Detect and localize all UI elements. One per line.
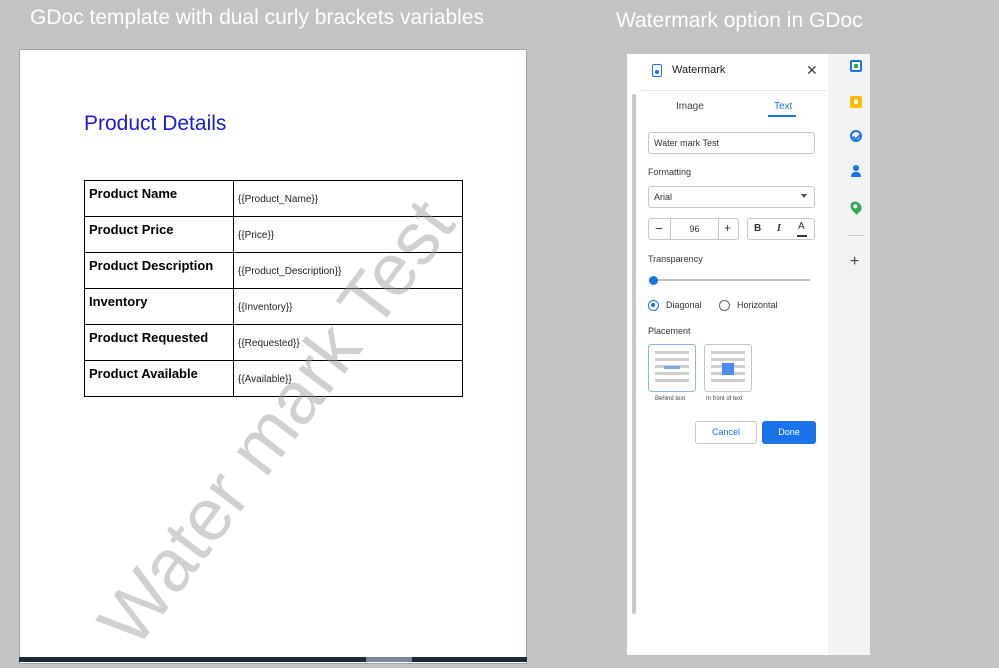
panel-scrollbar[interactable] [632, 94, 636, 614]
document-page: Product Details Product Name {{Product_N… [19, 49, 527, 664]
chevron-down-icon [801, 194, 807, 198]
side-panel-rail: + [828, 54, 870, 655]
row-value: {{Requested}} [233, 324, 463, 361]
product-table: Product Name {{Product_Name}} Product Pr… [84, 180, 463, 397]
font-select-value: Arial [654, 192, 673, 202]
font-select[interactable]: Arial [648, 186, 815, 208]
tab-text[interactable]: Text [774, 101, 792, 112]
increase-size-button[interactable]: + [724, 221, 731, 235]
keep-icon[interactable] [850, 96, 862, 108]
table-row: Product Name {{Product_Name}} [84, 180, 463, 217]
close-icon[interactable]: ✕ [806, 63, 818, 77]
panel-title: Watermark [672, 64, 726, 76]
text-color-button[interactable]: A [798, 221, 805, 232]
done-button[interactable]: Done [762, 421, 816, 444]
table-row: Inventory {{Inventory}} [84, 288, 463, 325]
table-row: Product Requested {{Requested}} [84, 324, 463, 361]
placement-label: Placement [648, 326, 691, 336]
text-line [711, 351, 745, 354]
row-value: {{Price}} [233, 216, 463, 253]
font-size-value[interactable]: 96 [670, 219, 719, 239]
row-label: Product Requested [84, 324, 234, 361]
placement-behind-label: Behind text [655, 396, 686, 402]
calendar-icon[interactable] [850, 60, 862, 72]
watermark-text-input[interactable]: Water mark Test [648, 132, 815, 154]
formatting-label: Formatting [648, 167, 692, 177]
row-label: Inventory [84, 288, 234, 325]
document-title: Product Details [84, 112, 227, 135]
text-line [655, 351, 689, 354]
italic-button[interactable]: I [777, 223, 781, 234]
row-value: {{Product_Name}} [233, 180, 463, 217]
diagonal-radio[interactable] [648, 300, 659, 311]
horizontal-label[interactable]: Horizontal [737, 300, 778, 310]
active-tab-indicator [768, 115, 796, 117]
row-value: {{Product_Description}} [233, 252, 463, 289]
row-label: Product Available [84, 360, 234, 397]
row-label: Product Description [84, 252, 234, 289]
placement-behind-text-option[interactable] [648, 344, 696, 392]
cancel-button[interactable]: Cancel [695, 421, 757, 444]
rail-divider [848, 235, 864, 236]
row-value: {{Inventory}} [233, 288, 463, 325]
add-icon[interactable]: + [850, 254, 859, 270]
text-line [711, 379, 745, 382]
transparency-slider-track[interactable] [653, 279, 810, 281]
table-row: Product Price {{Price}} [84, 216, 463, 253]
bold-button[interactable]: B [754, 223, 761, 234]
row-label: Product Name [84, 180, 234, 217]
text-line [655, 379, 689, 382]
tasks-icon[interactable] [850, 130, 862, 142]
placement-in-front-option[interactable] [704, 344, 752, 392]
maps-icon[interactable] [848, 199, 864, 215]
transparency-label: Transparency [648, 254, 703, 264]
caption-right: Watermark option in GDoc [616, 9, 863, 32]
watermark-behind-mark [664, 366, 680, 369]
caption-left: GDoc template with dual curly brackets v… [30, 6, 485, 29]
text-line [711, 358, 745, 361]
table-row: Product Available {{Available}} [84, 360, 463, 397]
transparency-slider-handle[interactable] [649, 276, 658, 285]
decrease-size-button[interactable]: − [655, 221, 663, 236]
text-line [655, 372, 689, 375]
placement-front-label: In front of text [706, 396, 743, 402]
row-label: Product Price [84, 216, 234, 253]
text-style-group: B I A [747, 218, 815, 240]
font-size-stepper: − 96 + [648, 218, 739, 240]
contacts-icon[interactable] [850, 165, 862, 177]
watermark-icon [652, 64, 662, 77]
tab-image[interactable]: Image [676, 101, 704, 112]
diagonal-label[interactable]: Diagonal [666, 300, 702, 310]
row-value: {{Available}} [233, 360, 463, 397]
horizontal-radio[interactable] [719, 300, 730, 311]
text-color-indicator [797, 235, 807, 237]
watermark-front-block [722, 363, 734, 375]
panel-divider [641, 90, 827, 91]
text-line [655, 358, 689, 361]
document-bottom-bar [19, 657, 527, 662]
table-row: Product Description {{Product_Descriptio… [84, 252, 463, 289]
document-scroll-thumb[interactable] [366, 657, 412, 662]
